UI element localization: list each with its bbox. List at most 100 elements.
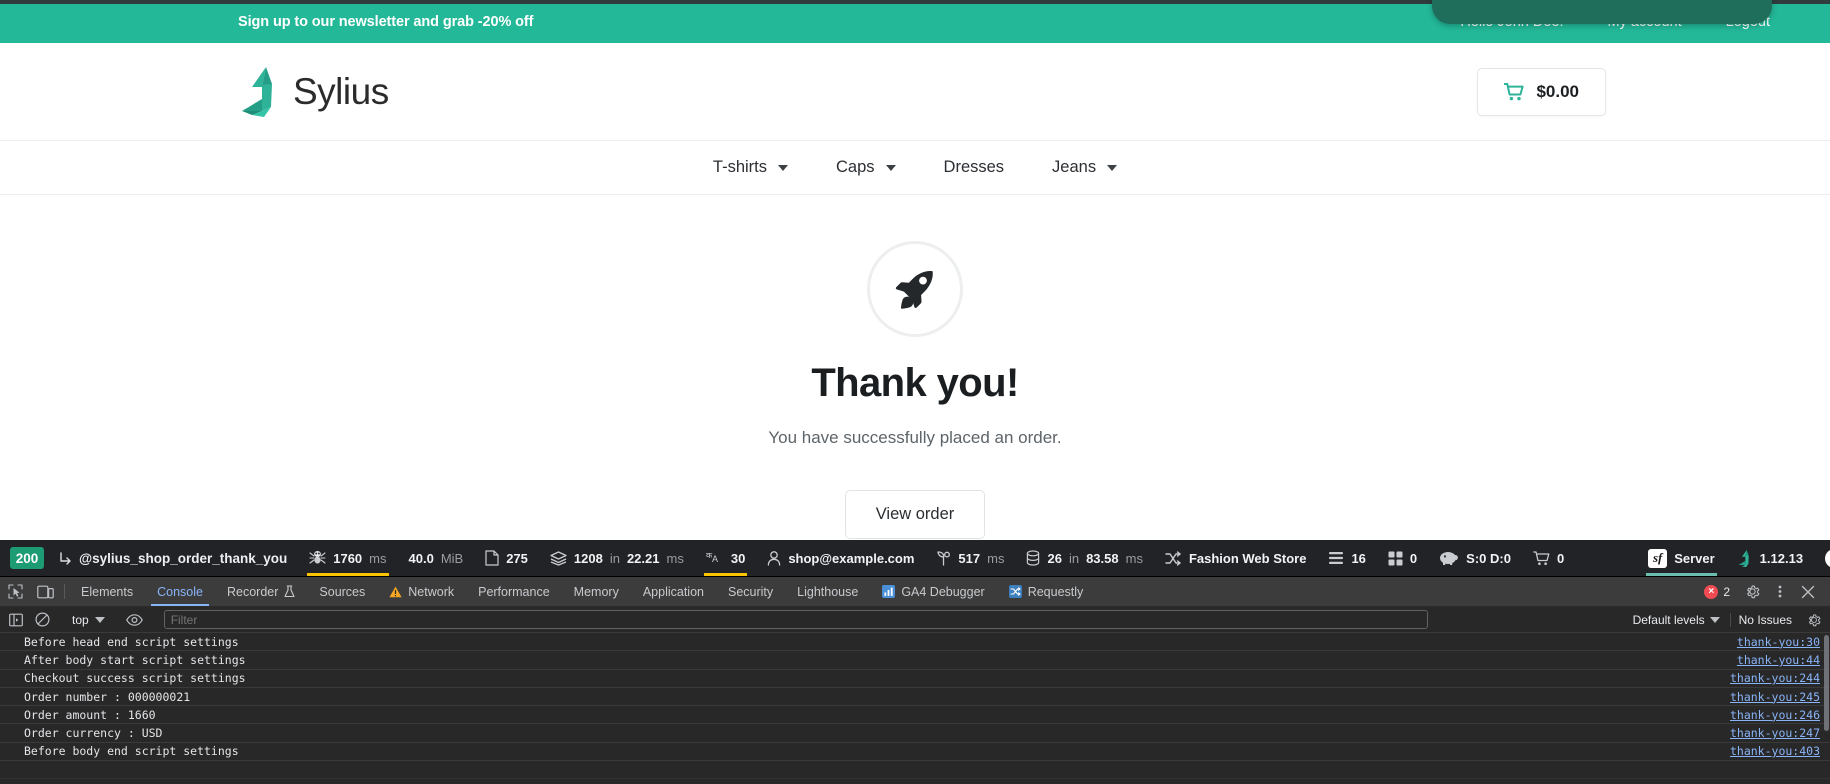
console-toolbar: top Default levels No Issues [0, 607, 1830, 633]
console-message-row[interactable]: Before head end script settings thank-yo… [0, 633, 1830, 652]
channel-name: Fashion Web Store [1188, 550, 1307, 566]
console-message-row[interactable]: Before body end script settings thank-yo… [0, 743, 1830, 762]
nav-item-label: Dresses [943, 158, 1005, 176]
devtools-close-button[interactable] [1796, 580, 1820, 604]
tab-security[interactable]: Security [716, 577, 785, 606]
wdt-server-block[interactable]: sf Server [1637, 540, 1725, 576]
error-count-badge[interactable]: × 2 [1704, 584, 1736, 599]
svg-text:A: A [712, 554, 718, 564]
rocket-icon-circle [867, 241, 963, 337]
console-message-list[interactable]: Before head end script settings thank-yo… [0, 633, 1830, 784]
inspect-element-icon[interactable] [0, 577, 30, 606]
tab-ga4-debugger[interactable]: GA4 Debugger [870, 577, 996, 606]
console-scrollbar[interactable] [1823, 633, 1830, 784]
tab-application[interactable]: Application [631, 577, 716, 606]
nav-item-jeans[interactable]: Jeans [1028, 158, 1141, 177]
live-expression-button[interactable] [123, 608, 147, 632]
console-message-source[interactable]: thank-you:246 [1730, 708, 1820, 722]
console-message-source[interactable]: thank-you:244 [1730, 671, 1820, 685]
wdt-database-block[interactable]: 26 in 83.58 ms [1015, 540, 1153, 576]
toolbar-divider [64, 584, 65, 599]
meet-google-overlay[interactable]: meet.google.com [1432, 0, 1772, 24]
translation-count: 30 [730, 550, 746, 566]
shuffle-icon [1165, 550, 1181, 566]
console-filter-input[interactable] [163, 610, 1428, 629]
console-scrollbar-thumb[interactable] [1824, 635, 1829, 731]
console-message-row[interactable]: Checkout success script settings thank-y… [0, 670, 1830, 688]
wdt-php-block[interactable]: S:0 D:0 [1428, 540, 1522, 576]
tab-label: GA4 Debugger [901, 584, 985, 599]
execution-context-select[interactable]: top [65, 613, 112, 627]
tab-elements[interactable]: Elements [69, 577, 145, 606]
clear-console-button[interactable] [30, 608, 54, 632]
console-message-text: After body start script settings [24, 652, 246, 667]
nav-item-caps[interactable]: Caps [812, 158, 920, 177]
forms-count: 275 [506, 550, 528, 566]
wdt-status-block[interactable]: 200 [0, 540, 48, 576]
console-message-source[interactable]: thank-you:247 [1730, 726, 1820, 740]
log-levels-select[interactable]: Default levels [1625, 613, 1728, 627]
console-message-source[interactable]: thank-you:403 [1730, 744, 1820, 758]
console-message-row[interactable]: Order amount : 1660 thank-you:246 [0, 706, 1830, 725]
console-message-row[interactable]: Order number : 000000021 thank-you:245 [0, 688, 1830, 707]
wdt-doctrine-block[interactable]: 517 ms [925, 540, 1015, 576]
nav-item-dresses[interactable]: Dresses [920, 158, 1029, 177]
console-message-source[interactable]: thank-you:30 [1737, 635, 1820, 649]
settings-gear-button[interactable] [1740, 580, 1764, 604]
wdt-sylius-block[interactable]: 1.12.13 [1726, 540, 1814, 576]
wdt-route-block[interactable]: @sylius_shop_order_thank_you [48, 540, 298, 576]
wdt-logs-block[interactable]: 16 [1317, 540, 1376, 576]
cart-button[interactable]: $0.00 [1477, 67, 1606, 116]
nav-item-tshirts[interactable]: T-shirts [689, 158, 812, 177]
wdt-channel-block[interactable]: Fashion Web Store [1154, 540, 1318, 576]
route-arrow-icon [60, 551, 71, 565]
twig-time-unit: ms [666, 550, 684, 566]
wdt-forms-block[interactable]: 275 [474, 540, 539, 576]
console-message-text: Before head end script settings [24, 634, 239, 649]
chevron-down-icon [778, 164, 788, 171]
issues-status[interactable]: No Issues [1729, 612, 1800, 627]
console-message-text: Before body end script settings [24, 744, 239, 759]
device-toolbar-icon[interactable] [30, 577, 60, 606]
console-settings-button[interactable] [1802, 608, 1826, 632]
console-message-row-partial[interactable] [0, 761, 1830, 780]
brand-logo-link[interactable]: Sylius [240, 66, 389, 117]
console-message-row[interactable]: After body start script settings thank-y… [0, 651, 1830, 670]
console-message-source[interactable]: thank-you:44 [1737, 653, 1820, 667]
tab-memory[interactable]: Memory [562, 577, 631, 606]
php-elephant-icon [1440, 552, 1459, 565]
spider-icon [309, 551, 326, 564]
tab-requestly[interactable]: Requestly [997, 577, 1096, 606]
memory-value: 40.0 [408, 550, 434, 566]
logs-icon [1329, 552, 1344, 564]
wdt-symfony-block[interactable]: sf 6.4.3 [1814, 540, 1830, 576]
wdt-time-block[interactable]: 1760 ms [298, 540, 397, 576]
wdt-translation-block[interactable]: क A 30 [695, 540, 756, 576]
wdt-twig-block[interactable]: 1208 in 22.21 ms [539, 540, 695, 576]
view-order-button[interactable]: View order [844, 490, 986, 539]
error-dot-icon: × [1704, 584, 1719, 599]
wdt-cart-block[interactable]: 0 [1522, 540, 1575, 576]
tab-lighthouse[interactable]: Lighthouse [785, 577, 870, 606]
wdt-cache-block[interactable]: 0 [1377, 540, 1428, 576]
more-options-button[interactable] [1768, 580, 1792, 604]
cart-total: $0.00 [1536, 81, 1579, 101]
gear-icon [1808, 613, 1821, 626]
console-message-source[interactable]: thank-you:245 [1730, 690, 1820, 704]
db-time: 83.58 [1086, 550, 1119, 566]
console-message-row[interactable]: Order currency : USD thank-you:247 [0, 724, 1830, 743]
tab-performance[interactable]: Performance [466, 577, 562, 606]
tab-network[interactable]: Network [377, 577, 466, 606]
chevron-down-icon [885, 164, 896, 171]
rocket-icon [895, 271, 933, 309]
nav-item-label: Caps [836, 158, 875, 176]
wdt-memory-block[interactable]: 40.0 MiB [398, 540, 475, 576]
log-levels-label: Default levels [1632, 612, 1705, 627]
tab-sources[interactable]: Sources [307, 577, 377, 606]
tab-console[interactable]: Console [145, 577, 215, 606]
console-sidebar-toggle[interactable] [4, 608, 28, 632]
wdt-user-block[interactable]: shop@example.com [756, 540, 925, 576]
tab-recorder[interactable]: Recorder [215, 577, 307, 606]
tab-label: Network [408, 584, 455, 599]
devtools-tabbar: Elements Console Recorder Sources Networ… [0, 577, 1830, 607]
